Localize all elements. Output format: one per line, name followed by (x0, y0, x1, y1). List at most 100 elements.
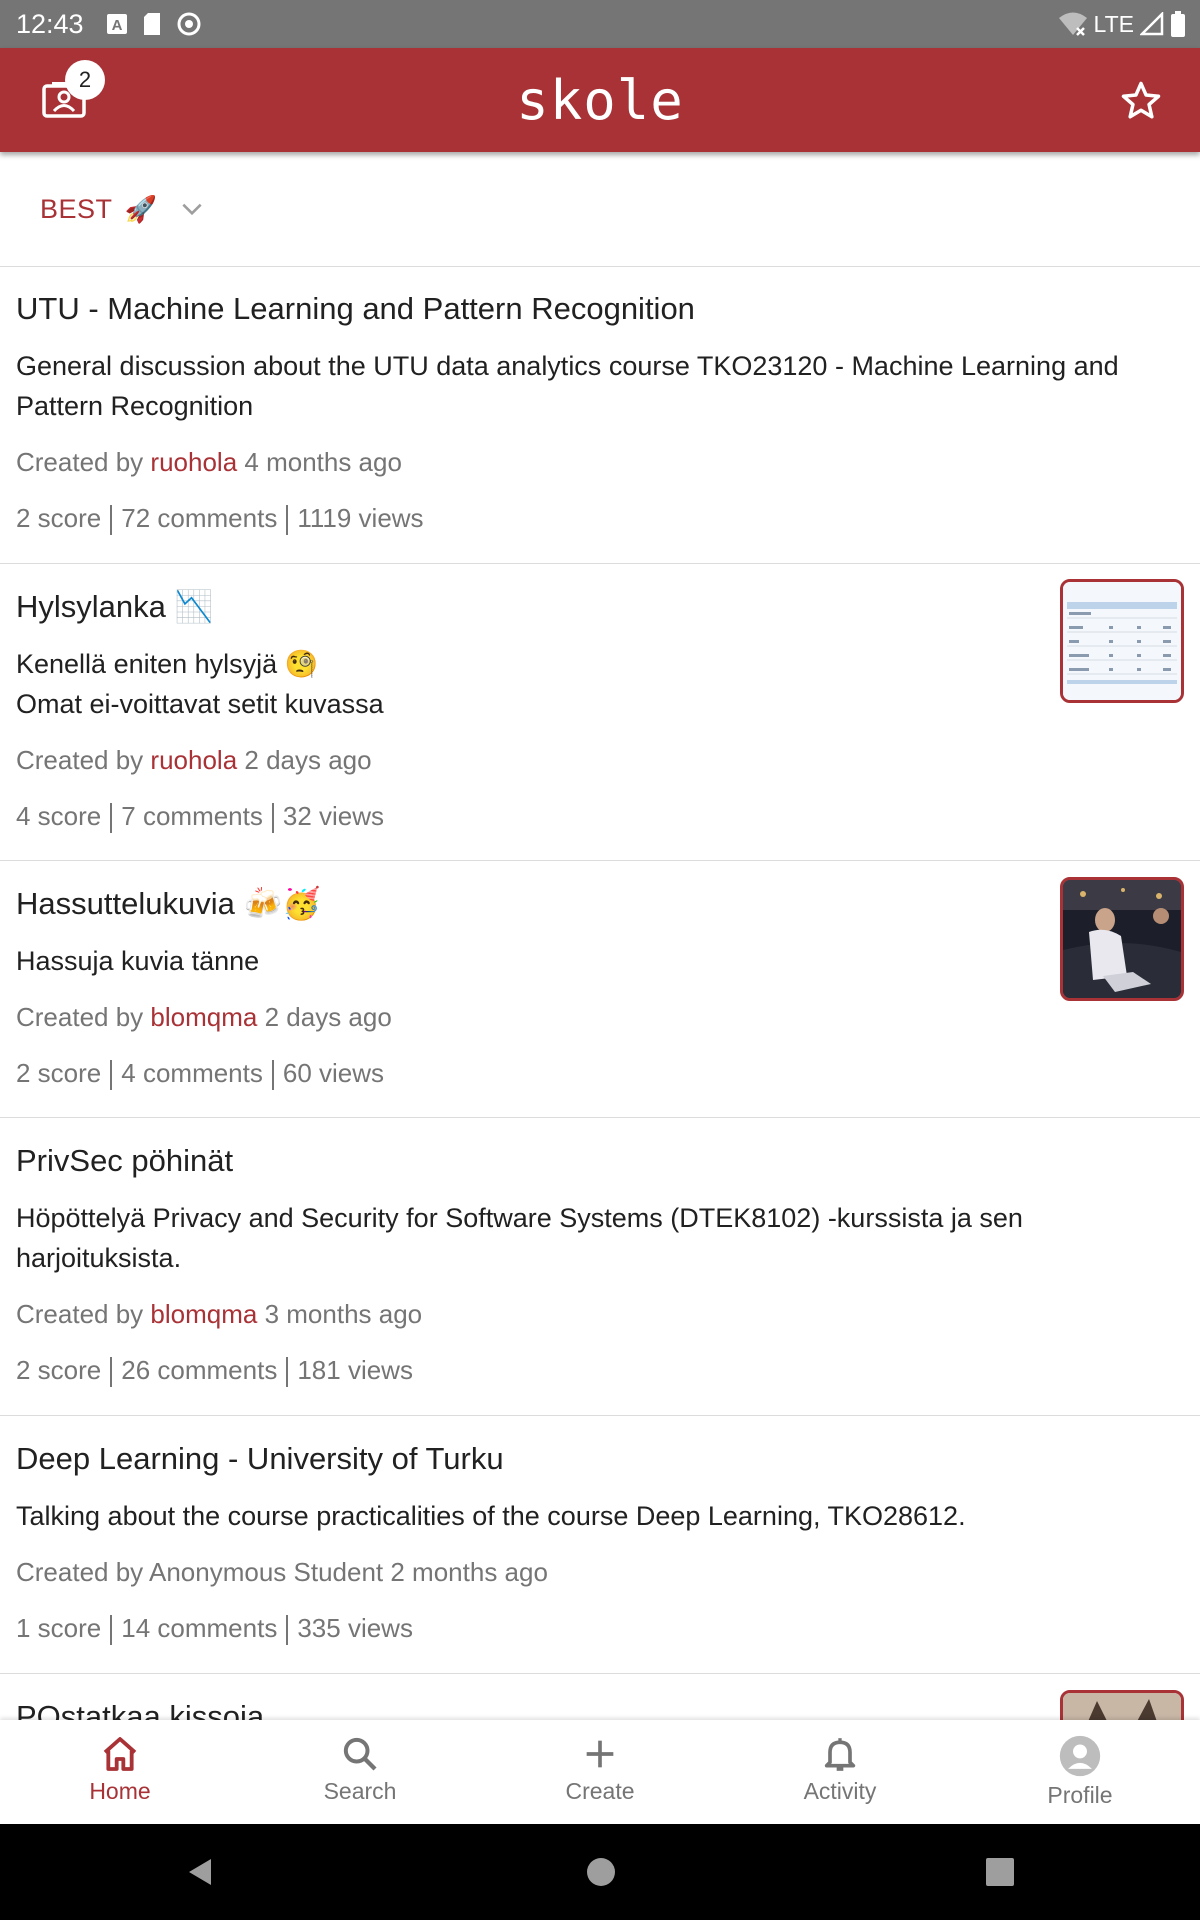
post-thumbnail[interactable] (1060, 579, 1184, 703)
search-icon (343, 1737, 377, 1771)
divider (286, 505, 289, 536)
notification-badge: 2 (65, 60, 105, 100)
sort-label[interactable]: BEST (40, 194, 113, 225)
party-photo-thumbnail-image (1063, 880, 1181, 998)
divider (110, 1357, 113, 1388)
wifi-off-icon (1058, 12, 1087, 36)
star-icon[interactable] (1120, 80, 1162, 122)
post-title[interactable]: PrivSec pöhinät (16, 1142, 1184, 1180)
home-circle-icon[interactable] (586, 1857, 616, 1887)
post-comments: 72 comments (121, 503, 278, 533)
divider (110, 505, 113, 536)
post-views: 60 views (282, 1058, 385, 1088)
post-title[interactable]: UTU - Machine Learning and Pattern Recog… (16, 290, 1184, 328)
post-views: 1119 views (297, 503, 424, 533)
post-text: Kenellä eniten hylsyjä 🧐 Omat ei-voittav… (16, 649, 384, 719)
nav-profile[interactable]: Profile (960, 1720, 1200, 1824)
post-score: 1 score (16, 1613, 102, 1643)
created-by-label: Created by (16, 1002, 144, 1032)
author-link[interactable]: blomqma (150, 1002, 257, 1032)
post-title[interactable]: Hylsylanka 📉 (16, 588, 1184, 626)
post-score: 2 score (16, 503, 102, 533)
post-comments: 7 comments (121, 801, 263, 831)
divider (286, 1615, 289, 1646)
nav-home[interactable]: Home (0, 1720, 240, 1824)
post-views: 335 views (297, 1613, 413, 1643)
divider (286, 1357, 289, 1388)
recents-icon[interactable] (985, 1857, 1015, 1887)
post-meta: Created by blomqma 3 months ago (16, 1294, 1184, 1334)
post-time: 4 months ago (244, 447, 402, 477)
post-text: Höpöttelyä Privacy and Security for Soft… (16, 1203, 1023, 1273)
nav-search[interactable]: Search (240, 1720, 480, 1824)
nav-activity[interactable]: Activity (720, 1720, 960, 1824)
battery-icon (1171, 11, 1185, 37)
post-thumbnail[interactable] (1060, 1690, 1184, 1720)
nav-create-label: Create (565, 1778, 635, 1804)
home-icon (103, 1737, 137, 1771)
post-score: 4 score (16, 801, 102, 831)
bottom-navigation: Home Search Create Activity Profile (0, 1720, 1200, 1824)
divider (110, 803, 113, 834)
post-card[interactable]: Deep Learning - University of Turku Talk… (0, 1416, 1200, 1674)
author-link[interactable]: blomqma (150, 1299, 257, 1329)
sync-icon (177, 12, 201, 36)
post-text: General discussion about the UTU data an… (16, 351, 1119, 421)
sd-card-icon (143, 13, 160, 35)
post-feed: UTU - Machine Learning and Pattern Recog… (0, 266, 1200, 1720)
post-views: 32 views (282, 801, 385, 831)
post-title[interactable]: Deep Learning - University of Turku (16, 1440, 1184, 1478)
chevron-down-icon[interactable] (179, 196, 205, 222)
nav-home-label: Home (89, 1778, 151, 1804)
author-link[interactable]: ruohola (150, 745, 237, 775)
post-meta: Created by Anonymous Student 2 months ag… (16, 1552, 1184, 1592)
created-by-label: Created by (16, 447, 144, 477)
sort-selector[interactable]: BEST 🚀 (0, 152, 1200, 267)
status-time: 12:43 (16, 8, 84, 39)
app-title: skole (516, 68, 684, 132)
created-by-label: Created by (16, 1557, 144, 1587)
post-card[interactable]: Hassuttelukuvia 🍻🥳 Hassuja kuvia tänne C… (0, 861, 1200, 1118)
post-views: 181 views (297, 1355, 413, 1385)
post-meta: Created by blomqma 2 days ago (16, 997, 1184, 1037)
post-time: 2 months ago (390, 1557, 548, 1587)
back-icon[interactable] (185, 1856, 217, 1888)
spreadsheet-thumbnail-image (1063, 582, 1181, 700)
post-stats: 4 score 7 comments 32 views (16, 796, 1184, 836)
post-time: 2 days ago (244, 745, 372, 775)
post-card[interactable]: PrivSec pöhinät Höpöttelyä Privacy and S… (0, 1118, 1200, 1416)
post-title[interactable]: POstatkaa kissoja (16, 1698, 1184, 1720)
avatar-icon (1059, 1735, 1101, 1777)
nav-search-label: Search (323, 1778, 397, 1804)
divider (271, 1060, 274, 1091)
post-comments: 26 comments (121, 1355, 278, 1385)
nav-create[interactable]: Create (480, 1720, 720, 1824)
rocket-icon: 🚀 (124, 193, 157, 224)
status-bar: 12:43 A LTE (0, 0, 1200, 48)
created-by-label: Created by (16, 745, 144, 775)
post-card[interactable]: UTU - Machine Learning and Pattern Recog… (0, 266, 1200, 564)
post-thumbnail[interactable] (1060, 877, 1184, 1001)
nav-profile-label: Profile (1047, 1782, 1113, 1808)
post-score: 2 score (16, 1058, 102, 1088)
post-stats: 2 score 4 comments 60 views (16, 1053, 1184, 1093)
post-stats: 2 score 26 comments 181 views (16, 1350, 1184, 1390)
status-system-icons: LTE (1058, 0, 1186, 48)
post-stats: 2 score 72 comments 1119 views (16, 498, 1184, 538)
bell-icon (824, 1738, 856, 1771)
status-notification-icons: A (106, 11, 202, 37)
post-title[interactable]: Hassuttelukuvia 🍻🥳 (16, 885, 1184, 923)
network-type: LTE (1093, 10, 1134, 37)
nav-activity-label: Activity (803, 1778, 877, 1804)
created-by-label: Created by (16, 1299, 144, 1329)
post-time: 2 days ago (264, 1002, 392, 1032)
post-time: 3 months ago (264, 1299, 423, 1329)
post-card[interactable]: POstatkaa kissoja (0, 1674, 1200, 1720)
post-card[interactable]: Hylsylanka 📉 Kenellä eniten hylsyjä 🧐 Om… (0, 564, 1200, 861)
svg-text:A: A (111, 17, 122, 34)
author-link[interactable]: ruohola (150, 447, 237, 477)
post-text: Talking about the course practicalities … (16, 1501, 966, 1531)
app-bar: skole (0, 48, 1200, 152)
keyboard-a-icon: A (106, 14, 127, 34)
post-comments: 14 comments (121, 1613, 278, 1643)
